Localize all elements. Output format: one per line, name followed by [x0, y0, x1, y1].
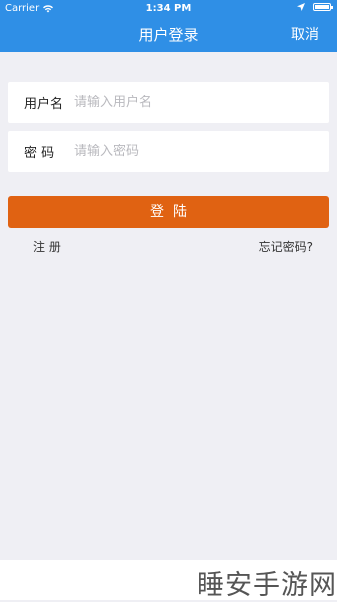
- password-label: 密 码: [24, 146, 55, 161]
- cancel-button[interactable]: 取消: [291, 18, 319, 52]
- username-row: 用户名: [8, 82, 329, 123]
- battery-icon: [313, 3, 333, 11]
- login-button[interactable]: 登 陆: [8, 196, 329, 228]
- password-row: 密 码: [8, 131, 329, 172]
- username-input[interactable]: [74, 95, 329, 110]
- status-time: 1:34 PM: [145, 3, 192, 14]
- navigation-bar: 用户登录 取消: [0, 18, 337, 52]
- status-right: [297, 3, 333, 11]
- status-bar: Carrier 1:34 PM: [0, 0, 337, 18]
- register-link[interactable]: 注 册: [33, 238, 61, 255]
- username-label: 用户名: [24, 97, 64, 112]
- watermark-text: 睡安手游网: [197, 570, 337, 601]
- forgot-password-link[interactable]: 忘记密码?: [259, 238, 313, 255]
- password-input[interactable]: [74, 144, 329, 159]
- page-title: 用户登录: [138, 26, 199, 44]
- location-arrow-icon: [297, 3, 305, 11]
